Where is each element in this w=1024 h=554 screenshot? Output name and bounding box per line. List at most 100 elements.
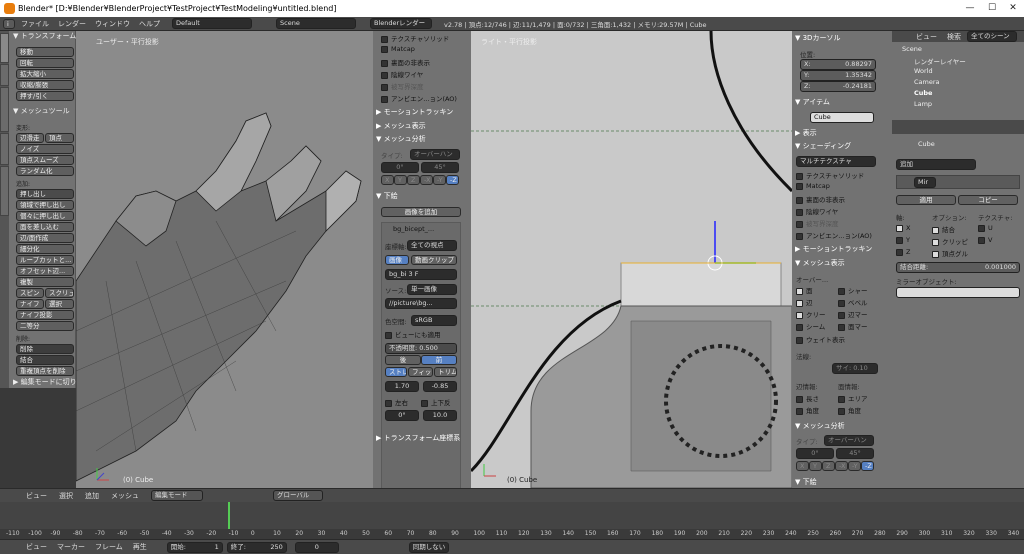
flip-x-checkbox[interactable]: 左右 <box>385 397 408 407</box>
outliner-display-select[interactable]: 全てのシーン <box>967 31 1017 42</box>
mirror-x-checkbox[interactable]: X <box>896 224 910 232</box>
noise-button[interactable]: ノイズ <box>16 144 74 154</box>
smooth-vertex-button[interactable]: 頂点スムーズ <box>16 155 74 165</box>
editor-type-icon[interactable]: i <box>3 18 15 29</box>
shrink-fatten-button[interactable]: 収縮/膨張 <box>16 80 74 90</box>
matcap-checkbox[interactable]: Matcap <box>381 45 415 53</box>
tab-grease-pencil[interactable] <box>0 166 9 216</box>
loop-cut-button[interactable]: ループカットと... <box>16 255 74 265</box>
front-toggle[interactable]: 前 <box>421 355 457 365</box>
mirror-z-checkbox[interactable]: Z <box>896 248 910 256</box>
scene-select[interactable]: Scene <box>276 18 356 29</box>
apply-modifier-button[interactable]: 適用 <box>896 195 956 205</box>
background-image-name[interactable]: bg_bicept_... <box>393 225 434 233</box>
transform-header[interactable]: ▼ トランスフォーム <box>13 31 76 41</box>
outliner-render-layers[interactable]: レンダーレイヤー <box>914 56 966 66</box>
end-frame-field[interactable]: 終了: 250 <box>226 541 287 553</box>
overhang-max-2[interactable]: 45° <box>836 448 874 459</box>
colorspace-select[interactable]: sRGB <box>411 315 457 326</box>
cursor-x-field[interactable]: X: 0.88297 <box>800 59 876 70</box>
current-frame-marker[interactable] <box>228 502 230 529</box>
back-toggle[interactable]: 後 <box>385 355 421 365</box>
overlay-crease-checkbox[interactable]: クリー <box>796 309 826 319</box>
merge-dropdown[interactable]: 結合 <box>16 355 74 365</box>
opacity-field[interactable]: 不透明度: 0.500 <box>385 343 457 354</box>
mesh-display-header-2[interactable]: ▼ メッシュ表示 <box>795 258 845 268</box>
mirror-object-field[interactable] <box>896 287 1020 298</box>
knife-project-button[interactable]: ナイフ投影 <box>16 310 74 320</box>
rotation-field[interactable]: 0° <box>385 410 419 421</box>
ao-checkbox-2[interactable]: アンビエン...ョン(AO) <box>796 230 872 240</box>
fit-toggle[interactable]: フィット <box>408 367 433 377</box>
dof-checkbox-2[interactable]: 被写界深度 <box>796 218 839 228</box>
axis-y-toggle-2[interactable]: Y <box>809 461 822 471</box>
merge-distance-field[interactable]: 結合距離: 0.001000 <box>896 262 1020 273</box>
outliner-cube[interactable]: Cube <box>914 89 932 97</box>
bisect-button[interactable]: 二等分 <box>16 321 74 331</box>
knife-select-button[interactable]: 選択 <box>45 299 74 309</box>
subdivide-button[interactable]: 細分化 <box>16 244 74 254</box>
view-as-render-checkbox[interactable]: ビューにも適用 <box>385 329 441 339</box>
axis-negy-toggle[interactable]: -Y <box>433 175 446 185</box>
menu-help[interactable]: ヘルプ <box>139 19 160 29</box>
cursor-y-field[interactable]: Y: 1.35342 <box>800 70 876 81</box>
backface-checkbox-2[interactable]: 裏面の非表示 <box>796 194 845 204</box>
offset-edge-button[interactable]: オフセット辺... <box>16 266 74 276</box>
menu-file[interactable]: ファイル <box>21 19 49 29</box>
edge-slide-button[interactable]: 辺滑走 <box>16 133 44 143</box>
inset-faces-button[interactable]: 面を差し込む <box>16 222 74 232</box>
crop-toggle[interactable]: トリム <box>434 367 457 377</box>
movie-clip-tab[interactable]: 動画クリップ <box>411 255 457 265</box>
mirror-u-checkbox[interactable]: U <box>978 224 993 232</box>
axis-x-toggle-2[interactable]: X <box>796 461 809 471</box>
menu-render[interactable]: レンダー <box>58 19 86 29</box>
extrude-individual-button[interactable]: 個々に押し出し <box>16 211 74 221</box>
shading-header[interactable]: ▼ シェーディング <box>795 141 851 151</box>
weight-display-checkbox[interactable]: ウェイト表示 <box>796 334 845 344</box>
axis-negx-toggle-2[interactable]: -X <box>835 461 848 471</box>
view-menu[interactable]: ビュー <box>26 491 47 501</box>
timeline-view-menu[interactable]: ビュー <box>26 542 47 552</box>
push-pull-button[interactable]: 押す/引く <box>16 91 74 101</box>
timeline-playback-menu[interactable]: 再生 <box>133 542 147 552</box>
mirror-vgroups-checkbox[interactable]: 頂点グル <box>932 248 968 258</box>
overlay-sharp-checkbox[interactable]: シャー <box>838 285 868 295</box>
flip-y-checkbox[interactable]: 上下反 <box>421 397 451 407</box>
edge-length-checkbox[interactable]: 長さ <box>796 393 819 403</box>
select-menu[interactable]: 選択 <box>59 491 73 501</box>
motion-tracking-header-2[interactable]: ▶ モーショントラッキン <box>795 244 872 254</box>
knife-button[interactable]: ナイフ <box>16 299 44 309</box>
overlay-faces-checkbox[interactable]: 面 <box>796 285 813 295</box>
axis-negz-toggle[interactable]: -Z <box>446 175 459 185</box>
offset-x-field[interactable]: 1.70 <box>385 381 419 392</box>
dof-checkbox[interactable]: 被写界深度 <box>381 81 424 91</box>
normal-size-field[interactable]: サイ: 0.10 <box>832 363 878 374</box>
orientation-select[interactable]: グローバル <box>273 490 323 501</box>
spin-button[interactable]: スピン <box>16 288 44 298</box>
mesh-display-header[interactable]: ▶ メッシュ表示 <box>376 121 426 131</box>
cursor-z-field[interactable]: Z: -0.24181 <box>800 81 876 92</box>
add-menu[interactable]: 追加 <box>85 491 99 501</box>
overhang-min[interactable]: 0° <box>381 162 419 173</box>
timeline-frame-menu[interactable]: フレーム <box>95 542 123 552</box>
mirror-clipping-checkbox[interactable]: クリッピ <box>932 236 968 246</box>
axis-negz-toggle-2[interactable]: -Z <box>861 461 874 471</box>
render-engine-select[interactable]: Blenderレンダー <box>370 18 432 29</box>
shading-mode-select[interactable]: マルチテクスチャ <box>796 156 876 167</box>
texture-solid-checkbox-2[interactable]: テクスチャソリッド <box>796 170 864 180</box>
mode-select[interactable]: 編集モード <box>151 490 203 501</box>
duplicate-button[interactable]: 複製 <box>16 277 74 287</box>
stretch-toggle[interactable]: ストレ <box>385 367 407 377</box>
menu-window[interactable]: ウィンドウ <box>95 19 130 29</box>
mirror-merge-checkbox[interactable]: 結合 <box>932 224 955 234</box>
remove-doubles-button[interactable]: 重複頂点を削除 <box>16 366 74 376</box>
outliner-world[interactable]: World <box>914 67 933 75</box>
tab-create[interactable] <box>0 64 9 86</box>
screen-layout-select[interactable]: Default <box>172 18 252 29</box>
axis-select[interactable]: 全ての視点 <box>407 240 457 251</box>
source-select[interactable]: 単一画像 <box>407 284 457 295</box>
modifier-name-field[interactable]: Mir <box>914 177 936 188</box>
3d-cursor-header[interactable]: ▼ 3Dカーソル <box>795 33 840 43</box>
viewport-left[interactable]: ユーザー・平行投影 (0) Cube <box>76 31 373 488</box>
mirror-y-checkbox[interactable]: Y <box>896 236 910 244</box>
